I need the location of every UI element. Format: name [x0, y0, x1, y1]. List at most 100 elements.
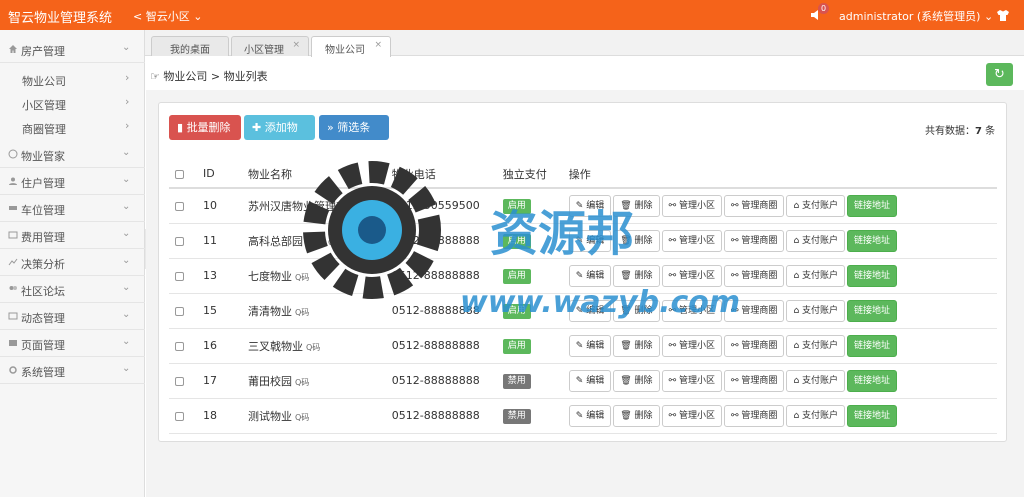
row-checkbox[interactable] [175, 411, 184, 421]
user-menu[interactable]: administrator (系统管理员) ⌄ [839, 8, 993, 24]
select-cell [169, 223, 197, 259]
qr-code-link[interactable]: Q码 [295, 413, 309, 422]
tab-community[interactable]: 小区管理 × [231, 36, 309, 56]
edit-button[interactable]: ✎ 编辑 [568, 194, 612, 217]
sidebar-subitem-company[interactable]: 物业公司 › [0, 67, 145, 91]
manage-business-button[interactable]: ⚯ 管理商圈 [724, 194, 785, 217]
chevron-down-icon: ⌄ [122, 309, 131, 320]
row-checkbox[interactable] [175, 376, 184, 386]
payment-account-button[interactable]: ⌂ 支付账户 [786, 194, 846, 217]
link-address-button[interactable]: 链接地址 [847, 264, 898, 287]
manage-community-button[interactable]: ⚯ 管理小区 [661, 369, 722, 392]
edit-button[interactable]: ✎ 编辑 [568, 299, 612, 322]
link-address-button[interactable]: 链接地址 [847, 404, 898, 427]
manage-business-button[interactable]: ⚯ 管理商圈 [724, 369, 785, 392]
add-property-button[interactable]: ✚ 添加物业 [244, 115, 315, 159]
sidebar-item-analysis[interactable]: 决策分析 ⌄ [0, 249, 145, 276]
qr-code-link[interactable]: Q码 [295, 378, 309, 387]
manage-community-button[interactable]: ⚯ 管理小区 [661, 229, 722, 252]
status-badge[interactable]: 禁用 [502, 373, 531, 389]
community-switcher[interactable]: < 智云小区 ⌄ [133, 8, 202, 24]
manage-business-button[interactable]: ⚯ 管理商圈 [724, 264, 785, 287]
qr-code-link[interactable]: Q码 [306, 343, 320, 352]
link-address-button[interactable]: 链接地址 [847, 369, 898, 392]
select-cell [169, 188, 197, 224]
manage-business-button[interactable]: ⚯ 管理商圈 [724, 404, 785, 427]
action-label: 管理商圈 [741, 200, 778, 211]
delete-button[interactable]: 🗑 删除 [613, 264, 660, 287]
sidebar-item-butler[interactable]: 物业管家 ⌄ [0, 141, 145, 168]
edit-button[interactable]: ✎ 编辑 [568, 264, 612, 287]
theme-shirt-icon[interactable] [996, 8, 1010, 22]
delete-button[interactable]: 🗑 删除 [613, 229, 660, 252]
action-label: 管理商圈 [741, 410, 778, 421]
car-icon [9, 206, 17, 210]
action-label: 链接地址 [854, 200, 891, 211]
delete-button[interactable]: 🗑 删除 [613, 369, 660, 392]
delete-button[interactable]: 🗑 删除 [613, 194, 660, 217]
sidebar-item-label: 房产管理 [21, 45, 65, 58]
sidebar-item-forum[interactable]: 社区论坛 ⌄ [0, 276, 145, 303]
payment-account-button[interactable]: ⌂ 支付账户 [786, 404, 846, 427]
qr-code-link[interactable]: Q码 [372, 203, 386, 212]
manage-community-button[interactable]: ⚯ 管理小区 [661, 404, 722, 427]
payment-account-button[interactable]: ⌂ 支付账户 [786, 264, 846, 287]
status-badge[interactable]: 启用 [502, 268, 531, 284]
payment-account-button[interactable]: ⌂ 支付账户 [786, 334, 846, 357]
tab-desktop[interactable]: 我的桌面 [151, 36, 229, 56]
payment-account-button[interactable]: ⌂ 支付账户 [786, 229, 846, 252]
payment-account-button[interactable]: ⌂ 支付账户 [786, 369, 846, 392]
delete-button[interactable]: 🗑 删除 [613, 404, 660, 427]
delete-button[interactable]: 🗑 删除 [613, 334, 660, 357]
manage-community-button[interactable]: ⚯ 管理小区 [661, 334, 722, 357]
row-checkbox[interactable] [175, 341, 184, 351]
edit-button[interactable]: ✎ 编辑 [568, 369, 612, 392]
row-checkbox[interactable] [175, 271, 184, 281]
sidebar-item-news[interactable]: 动态管理 ⌄ [0, 303, 145, 330]
sidebar-subitem-community[interactable]: 小区管理 › [0, 91, 145, 115]
link-address-button[interactable]: 链接地址 [847, 229, 898, 252]
link-address-button[interactable]: 链接地址 [847, 299, 898, 322]
link-icon: ⚯ [731, 375, 739, 386]
manage-business-button[interactable]: ⚯ 管理商圈 [724, 229, 785, 252]
filter-button[interactable]: » 筛选条件 [319, 115, 389, 159]
manage-business-button[interactable]: ⚯ 管理商圈 [724, 334, 785, 357]
close-icon[interactable]: × [374, 40, 382, 50]
status-badge[interactable]: 启用 [502, 233, 531, 249]
status-badge[interactable]: 启用 [502, 338, 531, 354]
sidebar-item-residents[interactable]: 住户管理 ⌄ [0, 168, 145, 195]
sidebar-subitem-business[interactable]: 商圈管理 › [0, 115, 145, 139]
manage-business-button[interactable]: ⚯ 管理商圈 [724, 299, 785, 322]
link-address-button[interactable]: 链接地址 [847, 334, 898, 357]
row-checkbox[interactable] [175, 306, 184, 316]
link-icon: ⚯ [731, 270, 739, 281]
action-label: 管理小区 [678, 235, 715, 246]
status-badge[interactable]: 禁用 [502, 408, 531, 424]
sidebar-item-system[interactable]: 系统管理 ⌄ [0, 357, 145, 384]
close-icon[interactable]: × [292, 40, 300, 50]
edit-button[interactable]: ✎ 编辑 [568, 334, 612, 357]
qr-code-link[interactable]: Q码 [328, 238, 342, 247]
payment-account-button[interactable]: ⌂ 支付账户 [786, 299, 846, 322]
manage-community-button[interactable]: ⚯ 管理小区 [661, 299, 722, 322]
delete-button[interactable]: 🗑 删除 [613, 299, 660, 322]
qr-code-link[interactable]: Q码 [295, 308, 309, 317]
batch-delete-button[interactable]: ▮ 批量删除 [169, 115, 241, 140]
link-address-button[interactable]: 链接地址 [847, 194, 898, 217]
status-badge[interactable]: 启用 [502, 303, 531, 319]
tab-company[interactable]: 物业公司 × [311, 36, 391, 57]
edit-button[interactable]: ✎ 编辑 [568, 229, 612, 252]
select-all-checkbox[interactable] [175, 169, 184, 179]
sidebar-item-fees[interactable]: 费用管理 ⌄ [0, 222, 145, 249]
manage-community-button[interactable]: ⚯ 管理小区 [661, 194, 722, 217]
row-checkbox[interactable] [175, 201, 184, 211]
sidebar-item-pages[interactable]: 页面管理 ⌄ [0, 330, 145, 357]
status-badge[interactable]: 启用 [502, 198, 531, 214]
row-checkbox[interactable] [175, 236, 184, 246]
qr-code-link[interactable]: Q码 [295, 273, 309, 282]
sidebar-item-parking[interactable]: 车位管理 ⌄ [0, 195, 145, 222]
manage-community-button[interactable]: ⚯ 管理小区 [661, 264, 722, 287]
refresh-button[interactable]: ↻ [986, 63, 1013, 86]
sidebar-item-property[interactable]: 房产管理 ⌄ [0, 36, 145, 63]
edit-button[interactable]: ✎ 编辑 [568, 404, 612, 427]
